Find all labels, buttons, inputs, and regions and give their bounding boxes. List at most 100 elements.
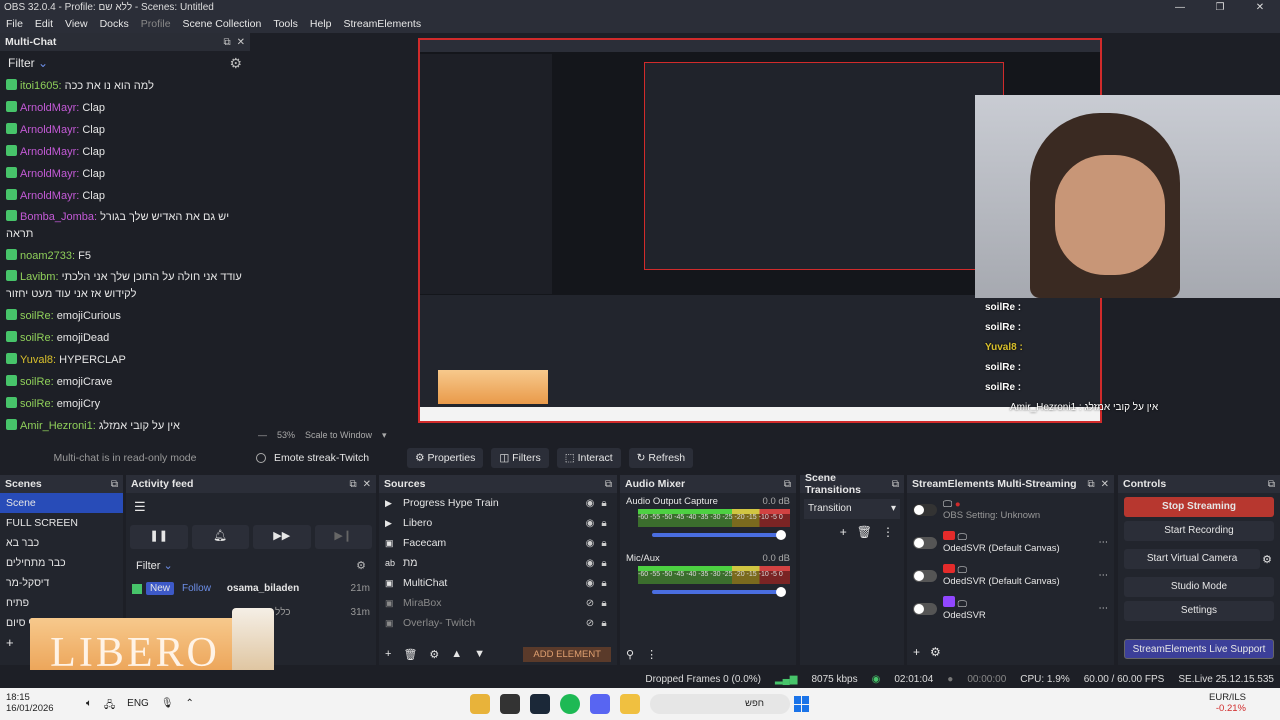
filters-button[interactable]: ◫ Filters bbox=[491, 448, 549, 468]
bell-icon[interactable]: 🔔︎ bbox=[191, 525, 249, 549]
studio-mode-button[interactable]: Studio Mode bbox=[1124, 577, 1274, 597]
live-support-button[interactable]: StreamElements Live Support bbox=[1124, 639, 1274, 659]
more-icon[interactable]: ⋯ bbox=[1099, 537, 1109, 548]
refresh-button[interactable]: ↻ Refresh bbox=[628, 448, 694, 468]
menu-scene-collection[interactable]: Scene Collection bbox=[177, 18, 268, 30]
stream-toggle[interactable] bbox=[913, 602, 937, 615]
visibility-eye-icon[interactable]: ◉ bbox=[583, 578, 597, 589]
source-item[interactable]: ▣ Facecam ◉ 🔒︎ bbox=[379, 533, 617, 553]
chrome-icon[interactable] bbox=[470, 694, 490, 714]
source-item[interactable]: ▣ MiraBox ⊘ 🔒︎ bbox=[379, 593, 617, 613]
add-element-button[interactable]: ADD ELEMENT bbox=[523, 646, 611, 662]
volume-slider[interactable] bbox=[652, 530, 786, 540]
menu-file[interactable]: File bbox=[0, 18, 29, 30]
chevron-down-icon[interactable]: ▾ bbox=[382, 430, 387, 441]
interact-button[interactable]: ⬚ Interact bbox=[556, 448, 621, 468]
skip-end-icon[interactable]: ▶❙ bbox=[314, 525, 372, 549]
visibility-eye-icon[interactable]: ◉ bbox=[583, 538, 597, 549]
scale-mode[interactable]: Scale to Window bbox=[305, 430, 372, 440]
stream-toggle[interactable] bbox=[913, 536, 937, 549]
gear-icon[interactable]: ⚙ bbox=[429, 648, 439, 661]
lock-icon[interactable]: 🔒︎ bbox=[597, 498, 611, 509]
source-item[interactable]: ▶ Libero ◉ 🔒︎ bbox=[379, 513, 617, 533]
move-down-icon[interactable]: ▼ bbox=[474, 648, 485, 660]
properties-button[interactable]: ⚙ Properties bbox=[407, 448, 484, 468]
mic-icon[interactable]: 🎙︎ bbox=[161, 698, 174, 715]
lock-icon[interactable]: 🔒︎ bbox=[597, 518, 611, 529]
pause-icon[interactable]: ❚❚ bbox=[130, 525, 188, 549]
hamburger-menu-icon[interactable]: ☰ bbox=[126, 493, 376, 521]
float-icon[interactable]: ⧉ bbox=[605, 479, 612, 490]
float-icon[interactable]: ⧉ bbox=[1087, 479, 1094, 490]
lock-icon[interactable]: 🔒︎ bbox=[597, 538, 611, 549]
visibility-eye-icon[interactable]: ⊘ bbox=[583, 618, 597, 629]
zoom-minus-icon[interactable]: — bbox=[258, 430, 267, 440]
trash-icon[interactable]: 🗑︎ bbox=[857, 525, 872, 539]
close-icon[interactable]: ✕ bbox=[237, 37, 245, 48]
scene-item[interactable]: FULL SCREEN bbox=[0, 513, 123, 533]
more-icon[interactable]: ⋮ bbox=[882, 525, 894, 539]
menu-streamelements[interactable]: StreamElements bbox=[337, 18, 427, 30]
gear-icon[interactable]: ⚙ bbox=[356, 559, 366, 572]
explorer-icon[interactable] bbox=[620, 694, 640, 714]
source-item[interactable]: ▣ Overlay- Twitch ⊘ 🔒︎ bbox=[379, 613, 617, 633]
stream-toggle[interactable] bbox=[913, 503, 937, 516]
add-icon[interactable]: + bbox=[385, 648, 391, 660]
transition-select[interactable]: Transition ▾ bbox=[804, 499, 900, 519]
chevron-up-icon[interactable]: ⌃ bbox=[186, 698, 194, 715]
settings-button[interactable]: Settings bbox=[1124, 601, 1274, 621]
windows-start-icon[interactable] bbox=[794, 696, 810, 712]
gear-icon[interactable]: ⚙ bbox=[1262, 553, 1272, 566]
float-icon[interactable]: ⧉ bbox=[349, 479, 356, 490]
close-icon[interactable]: ✕ bbox=[363, 479, 371, 490]
float-icon[interactable]: ⧉ bbox=[1268, 479, 1275, 490]
source-item[interactable]: ab מת ◉ 🔒︎ bbox=[379, 553, 617, 573]
currency-widget[interactable]: EUR/ILS -0.21% bbox=[1209, 692, 1246, 714]
scene-item[interactable]: כבר מתחילים bbox=[0, 553, 123, 573]
scene-item[interactable]: כבר בא bbox=[0, 533, 123, 553]
gear-icon[interactable]: ⚙ bbox=[229, 55, 242, 72]
speaker-icon[interactable]: 🔈︎ bbox=[86, 698, 92, 715]
menu-profile[interactable]: Profile bbox=[135, 18, 177, 30]
scene-item[interactable]: Scene bbox=[0, 493, 123, 513]
scene-item[interactable]: פתיח bbox=[0, 593, 123, 613]
source-item[interactable]: ▣ MultiChat ◉ 🔒︎ bbox=[379, 573, 617, 593]
float-icon[interactable]: ⧉ bbox=[223, 37, 230, 48]
more-icon[interactable]: ⋯ bbox=[1099, 570, 1109, 581]
language-indicator[interactable]: ENG bbox=[127, 698, 149, 715]
more-icon[interactable]: ⋯ bbox=[1099, 603, 1109, 614]
start-virtual-camera-button[interactable]: Start Virtual Camera bbox=[1124, 549, 1261, 569]
trash-icon[interactable]: 🗑︎ bbox=[403, 648, 417, 661]
menu-docks[interactable]: Docks bbox=[94, 18, 135, 30]
lock-icon[interactable]: 🔒︎ bbox=[597, 558, 611, 569]
start-recording-button[interactable]: Start Recording bbox=[1124, 521, 1274, 541]
minimize-icon[interactable]: — bbox=[1160, 0, 1200, 15]
float-icon[interactable]: ⧉ bbox=[111, 479, 118, 490]
skip-icon[interactable]: ▶▶ bbox=[253, 525, 311, 549]
menu-view[interactable]: View bbox=[59, 18, 94, 30]
source-item[interactable]: ▶ Progress Hype Train ◉ 🔒︎ bbox=[379, 493, 617, 513]
lock-icon[interactable]: 🔒︎ bbox=[597, 618, 611, 629]
close-icon[interactable]: ✕ bbox=[1101, 479, 1109, 490]
discord-icon[interactable] bbox=[590, 694, 610, 714]
stream-toggle[interactable] bbox=[913, 569, 937, 582]
maximize-icon[interactable]: ❐ bbox=[1200, 0, 1240, 15]
menu-help[interactable]: Help bbox=[304, 18, 338, 30]
taskbar-search[interactable]: חפש bbox=[650, 694, 790, 714]
visibility-eye-icon[interactable]: ⊘ bbox=[583, 598, 597, 609]
lock-icon[interactable]: 🔒︎ bbox=[597, 578, 611, 589]
stop-streaming-button[interactable]: Stop Streaming bbox=[1124, 497, 1274, 517]
obs-icon[interactable] bbox=[500, 694, 520, 714]
add-icon[interactable]: + bbox=[840, 525, 847, 539]
float-icon[interactable]: ⧉ bbox=[784, 479, 791, 490]
clock[interactable]: 18:15 16/01/2026 bbox=[6, 692, 54, 714]
close-icon[interactable]: ✕ bbox=[1240, 0, 1280, 15]
move-up-icon[interactable]: ▲ bbox=[451, 648, 462, 660]
lock-icon[interactable]: 🔒︎ bbox=[597, 598, 611, 609]
visibility-eye-icon[interactable]: ◉ bbox=[583, 498, 597, 509]
gear-icon[interactable]: ⚙ bbox=[930, 645, 941, 659]
network-icon[interactable]: 🖧︎ bbox=[104, 698, 115, 715]
scene-item[interactable]: דיסקל-מר bbox=[0, 573, 123, 593]
activity-filter[interactable]: Filter ⌄ ⚙ bbox=[126, 549, 376, 578]
more-icon[interactable]: ⋮ bbox=[646, 648, 657, 661]
